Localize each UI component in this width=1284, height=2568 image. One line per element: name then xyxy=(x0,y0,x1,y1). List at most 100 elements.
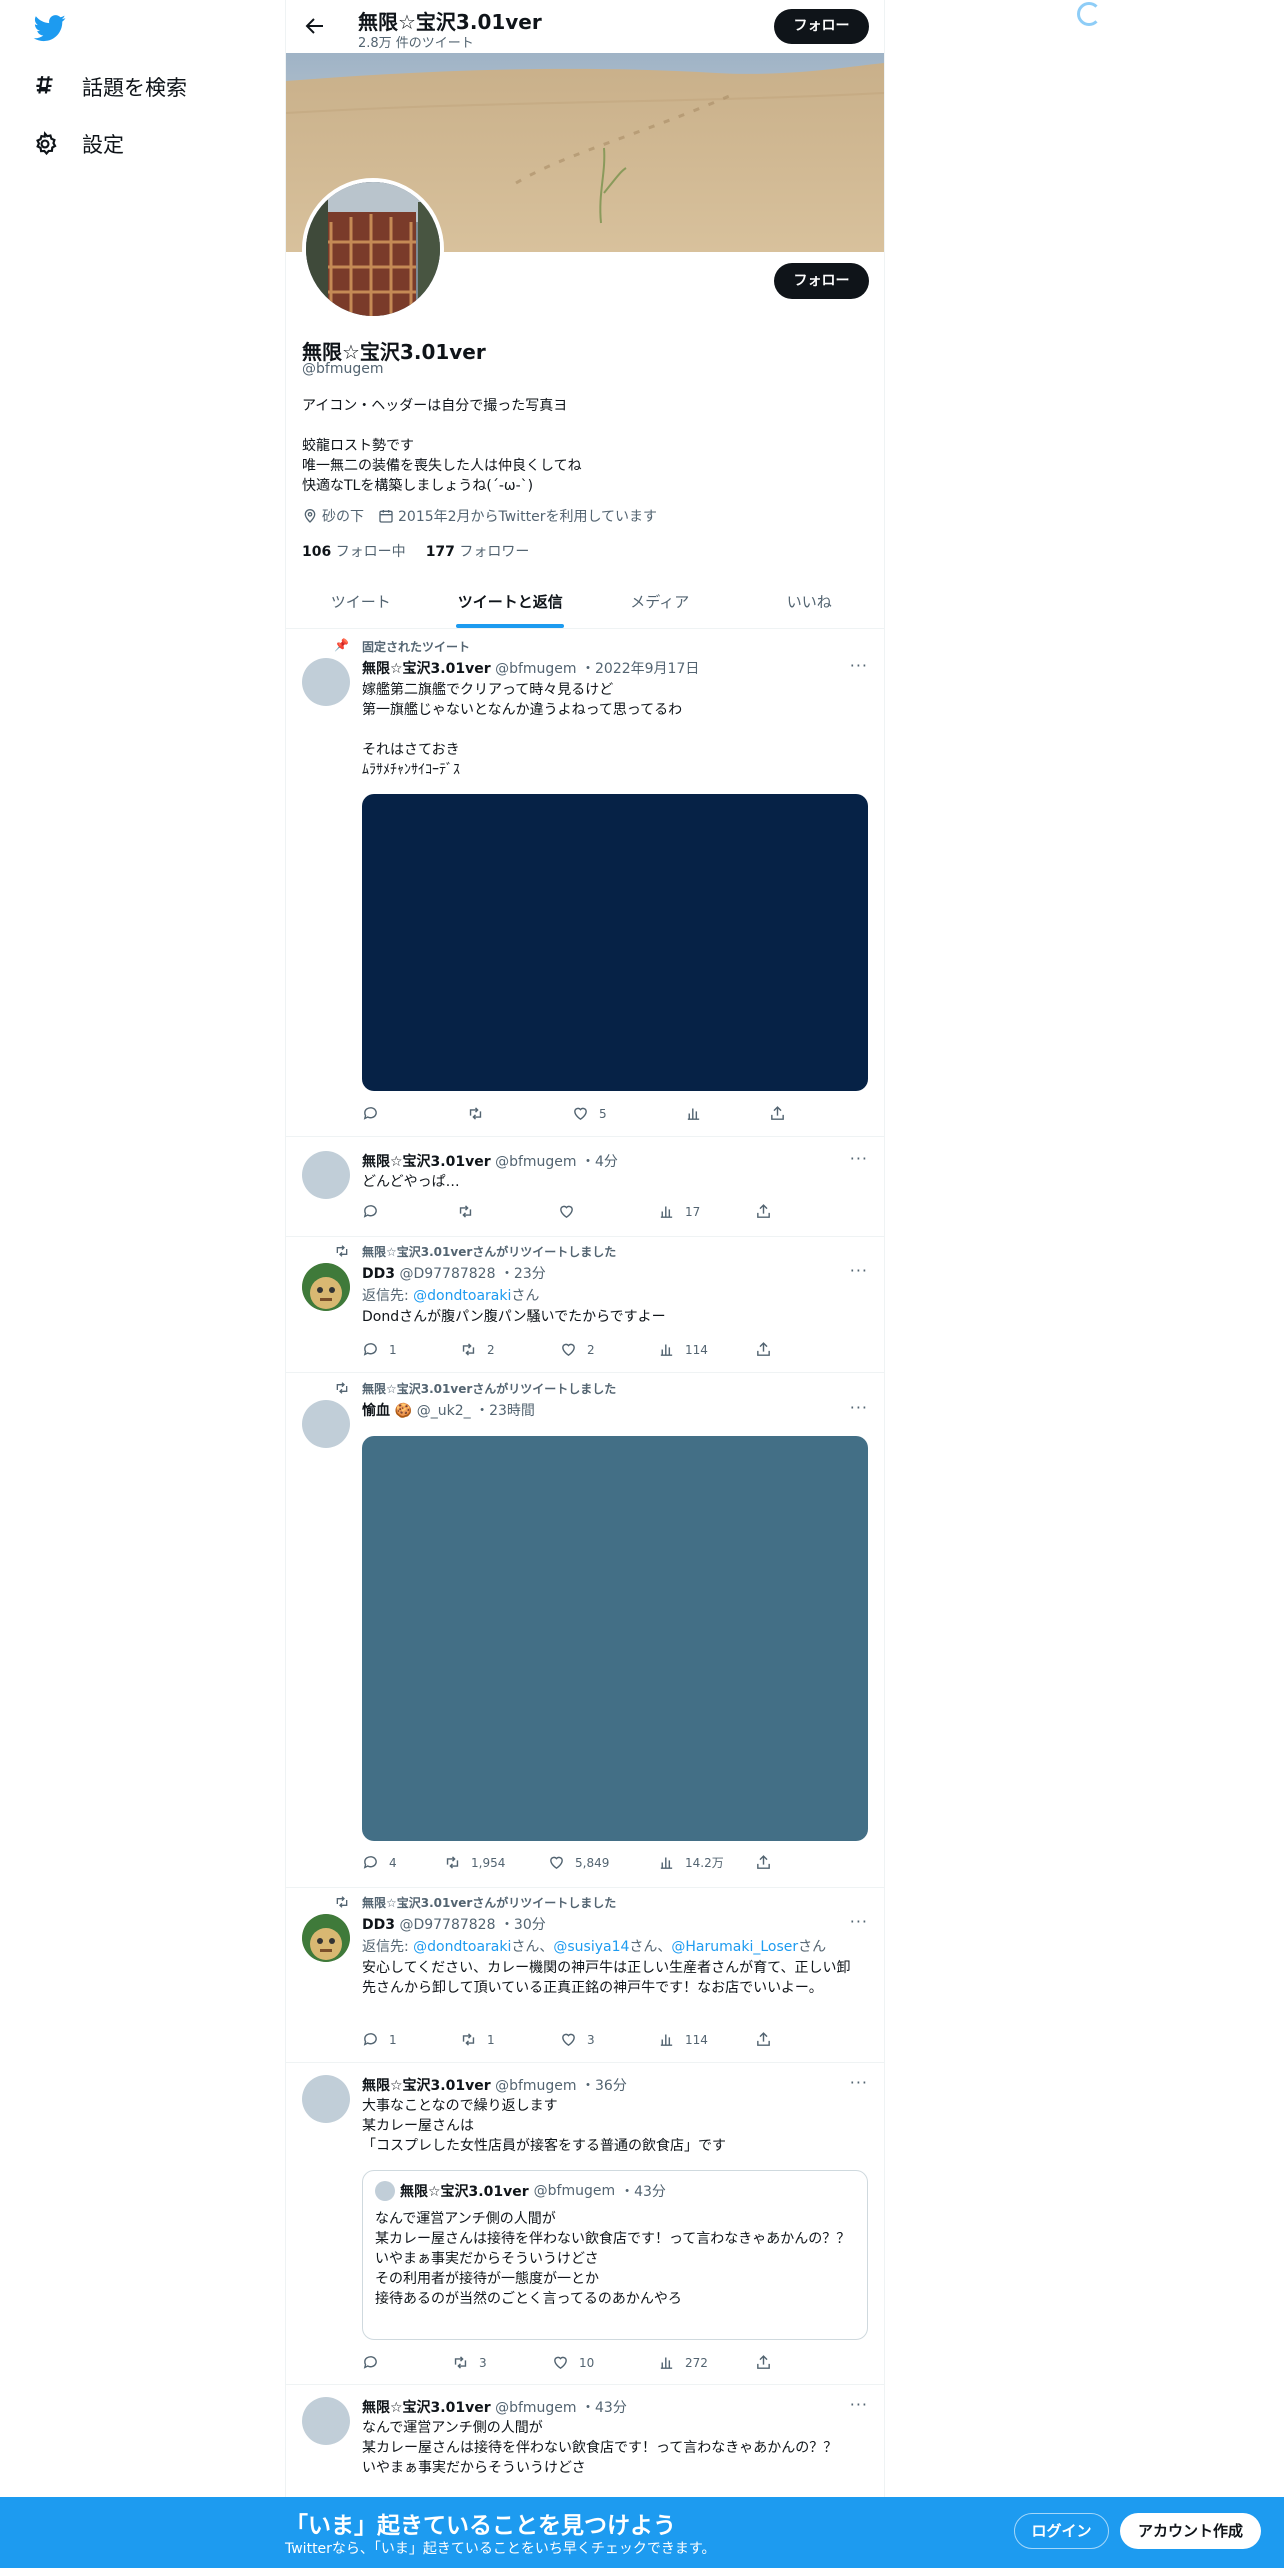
reply-button[interactable] xyxy=(362,2354,389,2371)
tab-media[interactable]: メディア xyxy=(585,580,735,628)
like-button[interactable]: 10 xyxy=(552,2354,594,2371)
reply-to-mention[interactable]: @dondtoaraki xyxy=(413,1939,511,1955)
tweet-author-name[interactable]: 無限☆宝沢3.01ver xyxy=(362,2078,491,2094)
tweet-time[interactable]: ・43分 xyxy=(581,2400,627,2416)
share-button[interactable] xyxy=(755,2031,772,2048)
reply-to-mention[interactable]: @Harumaki_Loser xyxy=(671,1939,798,1955)
avatar[interactable] xyxy=(302,1400,350,1448)
like-button[interactable] xyxy=(558,1203,585,1220)
profile-follow-button[interactable]: フォロー xyxy=(774,263,869,299)
more-options-icon[interactable]: ··· xyxy=(850,1261,868,1280)
tweet-actions: 3 10 272 xyxy=(362,2354,802,2374)
topbar-follow-button[interactable]: フォロー xyxy=(774,9,869,44)
tweet-author-handle[interactable]: @bfmugem xyxy=(495,661,576,677)
tweet-time[interactable]: ・36分 xyxy=(581,2078,627,2094)
quoted-tweet[interactable]: 無限☆宝沢3.01ver @bfmugem ・43分 なんで運営アンチ側の人間が… xyxy=(362,2170,868,2340)
views-button[interactable]: 272 xyxy=(658,2354,708,2371)
share-button[interactable] xyxy=(769,1105,786,1122)
tweet-author-name[interactable]: 愉血 🍪 xyxy=(362,1403,412,1419)
like-count: 10 xyxy=(579,2355,595,2370)
signup-button[interactable]: アカウント作成 xyxy=(1120,2513,1261,2549)
tweet-author-name[interactable]: DD3 xyxy=(362,1266,395,1282)
tweet[interactable]: 📌 固定されたツイート 無限☆宝沢3.01ver @bfmugem ・2022年… xyxy=(286,630,884,1137)
share-button[interactable] xyxy=(755,1341,772,1358)
avatar[interactable] xyxy=(302,2075,350,2123)
reply-button[interactable] xyxy=(362,1203,389,1220)
tweet-author-handle[interactable]: @D97787828 xyxy=(399,1266,495,1282)
like-button[interactable]: 5,849 xyxy=(548,1854,609,1871)
like-button[interactable]: 2 xyxy=(560,1341,595,1358)
avatar[interactable] xyxy=(302,1263,350,1311)
retweet-button[interactable] xyxy=(467,1105,494,1122)
reply-button[interactable]: 4 xyxy=(362,1854,397,1871)
views-button[interactable]: 114 xyxy=(658,1341,708,1358)
reply-button[interactable]: 1 xyxy=(362,1341,397,1358)
tweet-author-handle[interactable]: @bfmugem xyxy=(495,2400,576,2416)
views-button[interactable]: 114 xyxy=(658,2031,708,2048)
like-button[interactable]: 5 xyxy=(572,1105,607,1122)
avatar[interactable] xyxy=(302,1151,350,1199)
tweet[interactable]: 無限☆宝沢3.01ver @bfmugem ・4分 ··· どんどやっぱ… 17 xyxy=(286,1137,884,1237)
avatar[interactable] xyxy=(302,1914,350,1962)
login-button[interactable]: ログイン xyxy=(1014,2513,1109,2549)
tweet-time[interactable]: ・30分 xyxy=(500,1917,546,1933)
more-options-icon[interactable]: ··· xyxy=(850,656,868,675)
views-button[interactable]: 14.2万 xyxy=(658,1854,724,1871)
tweet-author-handle[interactable]: @D97787828 xyxy=(399,1917,495,1933)
tweet-time[interactable]: ・4分 xyxy=(581,1154,618,1170)
more-options-icon[interactable]: ··· xyxy=(850,1912,868,1931)
more-options-icon[interactable]: ··· xyxy=(850,1398,868,1417)
tweet-author-handle[interactable]: @bfmugem xyxy=(495,1154,576,1170)
tweet[interactable]: 無限☆宝沢3.01verさんがリツイートしました DD3 @D97787828 … xyxy=(286,1237,884,1373)
avatar[interactable] xyxy=(302,2397,350,2445)
tab-tweets-and-replies[interactable]: ツイートと返信 xyxy=(436,580,586,628)
tweet-time[interactable]: ・23時間 xyxy=(475,1403,535,1419)
tweet-author-name[interactable]: 無限☆宝沢3.01ver xyxy=(362,2400,491,2416)
views-button[interactable]: 17 xyxy=(658,1203,700,1220)
tweet-author-handle[interactable]: @bfmugem xyxy=(495,2078,576,2094)
tweet-author-name[interactable]: DD3 xyxy=(362,1917,395,1933)
tweet[interactable]: 無限☆宝沢3.01verさんがリツイートしました DD3 @D97787828 … xyxy=(286,1888,884,2063)
tweet-time[interactable]: ・23分 xyxy=(500,1266,546,1282)
tweet[interactable]: 無限☆宝沢3.01ver @bfmugem ・36分 ··· 大事なことなので繰… xyxy=(286,2063,884,2385)
tweet[interactable]: 無限☆宝沢3.01verさんがリツイートしました 愉血 🍪 @_uk2_ ・23… xyxy=(286,1373,884,1888)
share-button[interactable] xyxy=(755,1854,772,1871)
retweet-button[interactable] xyxy=(457,1203,484,1220)
quoted-author-handle: @bfmugem xyxy=(533,2183,616,2199)
twitter-logo-icon[interactable] xyxy=(32,12,68,44)
nav-settings[interactable]: 設定 xyxy=(32,129,124,159)
tweet-author-handle[interactable]: @_uk2_ xyxy=(417,1403,471,1419)
profile-location: 砂の下 xyxy=(302,506,364,526)
tweet-media[interactable] xyxy=(362,794,868,1091)
retweet-button[interactable]: 2 xyxy=(460,1341,495,1358)
more-options-icon[interactable]: ··· xyxy=(850,2073,868,2092)
retweet-button[interactable]: 1,954 xyxy=(444,1854,505,1871)
more-options-icon[interactable]: ··· xyxy=(850,2395,868,2414)
tweet-author-name[interactable]: 無限☆宝沢3.01ver xyxy=(362,1154,491,1170)
reply-button[interactable] xyxy=(362,1105,389,1122)
tab-tweets[interactable]: ツイート xyxy=(286,580,436,628)
back-arrow-icon[interactable] xyxy=(302,14,326,38)
profile-avatar[interactable] xyxy=(302,178,444,320)
retweet-button[interactable]: 1 xyxy=(460,2031,495,2048)
tab-likes[interactable]: いいね xyxy=(735,580,885,628)
reply-to-mention[interactable]: @susiya14 xyxy=(553,1939,629,1955)
nav-explore[interactable]: 話題を検索 xyxy=(32,72,187,102)
more-options-icon[interactable]: ··· xyxy=(850,1149,868,1168)
tweet-header: 愉血 🍪 @_uk2_ ・23時間 xyxy=(362,1400,535,1420)
tweet-time[interactable]: ・2022年9月17日 xyxy=(581,661,699,677)
reply-to-mention[interactable]: @dondtoaraki xyxy=(413,1288,511,1304)
tweet-author-name[interactable]: 無限☆宝沢3.01ver xyxy=(362,661,491,677)
followers-link[interactable]: 177 フォロワー xyxy=(426,541,530,561)
views-count: 17 xyxy=(685,1204,701,1219)
avatar[interactable] xyxy=(302,658,350,706)
like-button[interactable]: 3 xyxy=(560,2031,595,2048)
reply-button[interactable]: 1 xyxy=(362,2031,397,2048)
tweet-media[interactable] xyxy=(362,1436,868,1841)
share-button[interactable] xyxy=(755,2354,772,2371)
following-link[interactable]: 106 フォロー中 xyxy=(302,541,406,561)
retweet-button[interactable]: 3 xyxy=(452,2354,487,2371)
share-button[interactable] xyxy=(755,1203,772,1220)
analytics-icon xyxy=(660,1206,673,1218)
views-button[interactable] xyxy=(685,1105,712,1122)
